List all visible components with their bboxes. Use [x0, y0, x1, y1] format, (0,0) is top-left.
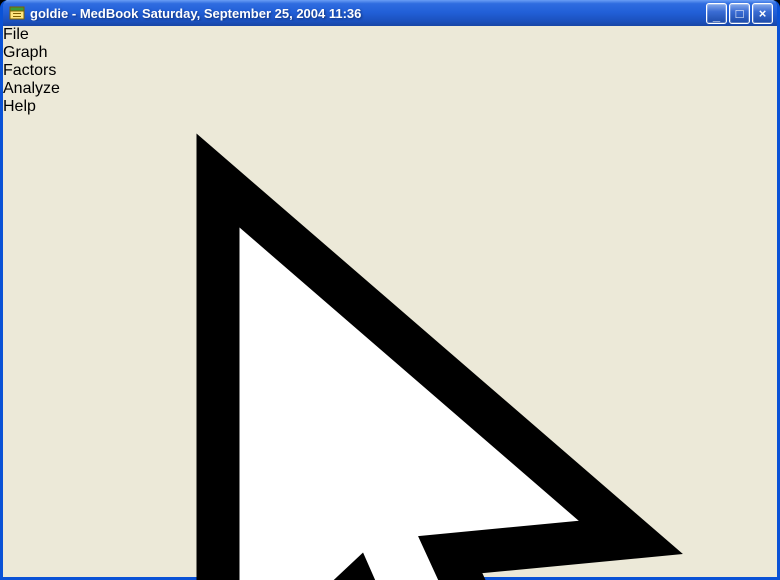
window-controls: _□×: [704, 3, 773, 24]
title-bar[interactable]: goldie - MedBook Saturday, September 25,…: [3, 0, 777, 26]
window-title: goldie - MedBook Saturday, September 25,…: [30, 6, 699, 21]
menu-graph[interactable]: Graph: [3, 44, 777, 62]
minimize-button[interactable]: _: [706, 3, 727, 24]
menu-help[interactable]: Help: [3, 98, 777, 116]
toolbar: ?: [3, 116, 777, 580]
menu-factors[interactable]: Factors: [3, 62, 777, 80]
pointer-tool-button[interactable]: [3, 116, 777, 580]
pointer-icon: [3, 116, 777, 580]
menu-analyze[interactable]: Analyze: [3, 80, 777, 98]
menu-bar: FileGraphFactorsAnalyzeHelp: [3, 26, 777, 116]
maximize-button[interactable]: □: [729, 3, 750, 24]
app-icon: [9, 5, 25, 21]
medbook-window: goldie - MedBook Saturday, September 25,…: [0, 0, 780, 580]
menu-file[interactable]: File: [3, 26, 777, 44]
close-button[interactable]: ×: [752, 3, 773, 24]
